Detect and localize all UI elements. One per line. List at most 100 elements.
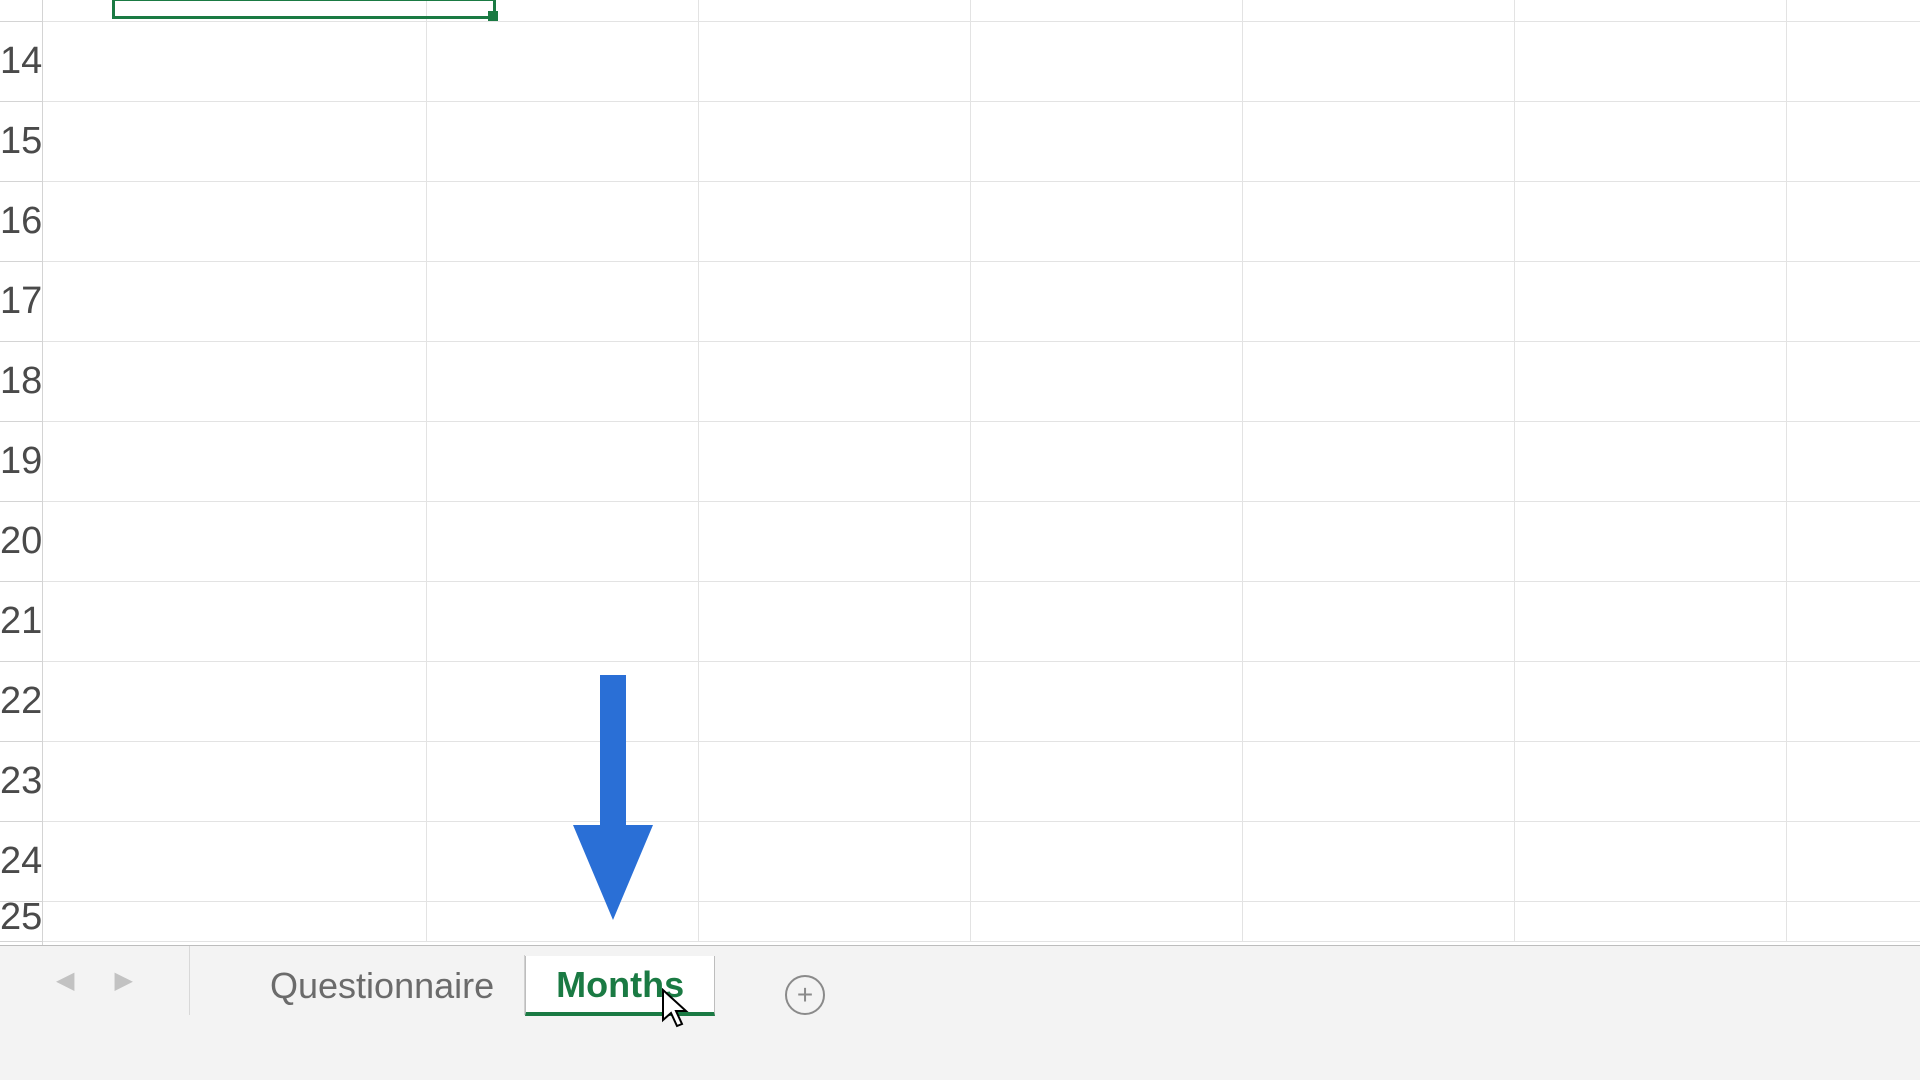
- cell[interactable]: [699, 582, 971, 661]
- cell[interactable]: [971, 742, 1243, 821]
- cell[interactable]: [971, 262, 1243, 341]
- cell[interactable]: [1515, 742, 1787, 821]
- cell[interactable]: [1787, 262, 1920, 341]
- cell[interactable]: [1515, 422, 1787, 501]
- cell[interactable]: [1243, 262, 1515, 341]
- cell[interactable]: [427, 742, 699, 821]
- cell[interactable]: [1243, 102, 1515, 181]
- row-header[interactable]: [0, 0, 42, 22]
- cell[interactable]: [1787, 502, 1920, 581]
- cell[interactable]: [971, 22, 1243, 101]
- cell[interactable]: [699, 182, 971, 261]
- cell[interactable]: [699, 422, 971, 501]
- row-header[interactable]: 15: [0, 102, 42, 182]
- row-header[interactable]: 25: [0, 902, 42, 942]
- cell[interactable]: [1787, 422, 1920, 501]
- cell[interactable]: [43, 102, 427, 181]
- cell[interactable]: [699, 342, 971, 421]
- cell[interactable]: [43, 662, 427, 741]
- cell[interactable]: [1787, 182, 1920, 261]
- cell[interactable]: [699, 102, 971, 181]
- cell[interactable]: [971, 422, 1243, 501]
- cell[interactable]: [1787, 742, 1920, 821]
- cell[interactable]: [43, 182, 427, 261]
- sheet-tab-bar: ◀ ▶ Questionnaire Months +: [0, 945, 1920, 1015]
- cell[interactable]: [1787, 102, 1920, 181]
- cell[interactable]: [43, 822, 427, 901]
- cell[interactable]: [971, 342, 1243, 421]
- cell[interactable]: [427, 342, 699, 421]
- cell[interactable]: [1243, 822, 1515, 901]
- cell[interactable]: [427, 22, 699, 101]
- row-header[interactable]: 23: [0, 742, 42, 822]
- cell[interactable]: [427, 262, 699, 341]
- row-header[interactable]: 22: [0, 662, 42, 742]
- sheet-nav: ◀ ▶: [0, 946, 190, 1015]
- cell[interactable]: [1515, 182, 1787, 261]
- cell[interactable]: [427, 662, 699, 741]
- cell[interactable]: [1787, 662, 1920, 741]
- cell[interactable]: [1787, 22, 1920, 101]
- row-header[interactable]: 17: [0, 262, 42, 342]
- cell[interactable]: [1787, 342, 1920, 421]
- cell[interactable]: [43, 502, 427, 581]
- cell[interactable]: [43, 422, 427, 501]
- sheet-nav-prev-icon[interactable]: ◀: [56, 966, 74, 995]
- cell[interactable]: [1243, 422, 1515, 501]
- sheet-tab-questionnaire[interactable]: Questionnaire: [240, 955, 525, 1015]
- cell[interactable]: [1515, 502, 1787, 581]
- cell[interactable]: [699, 502, 971, 581]
- cell[interactable]: [1515, 22, 1787, 101]
- cell[interactable]: [971, 582, 1243, 661]
- cell[interactable]: [1515, 582, 1787, 661]
- cell[interactable]: [1787, 582, 1920, 661]
- cell[interactable]: [1515, 342, 1787, 421]
- cell[interactable]: [427, 582, 699, 661]
- cell[interactable]: [971, 822, 1243, 901]
- new-sheet-button[interactable]: +: [785, 975, 825, 1015]
- cell-area[interactable]: [43, 0, 1920, 1080]
- cell[interactable]: [1243, 182, 1515, 261]
- cell[interactable]: [1243, 502, 1515, 581]
- cell[interactable]: [1243, 342, 1515, 421]
- cell[interactable]: [971, 102, 1243, 181]
- sheet-nav-next-icon[interactable]: ▶: [115, 966, 133, 995]
- plus-icon: +: [797, 981, 813, 1009]
- cell[interactable]: [1243, 582, 1515, 661]
- cell[interactable]: [43, 582, 427, 661]
- cell[interactable]: [1515, 822, 1787, 901]
- row-header[interactable]: 16: [0, 182, 42, 262]
- sheet-tab-months[interactable]: Months: [525, 956, 715, 1016]
- cell[interactable]: [427, 502, 699, 581]
- cell[interactable]: [699, 822, 971, 901]
- row-header[interactable]: 20: [0, 502, 42, 582]
- cell[interactable]: [971, 502, 1243, 581]
- cell[interactable]: [699, 742, 971, 821]
- cell[interactable]: [1515, 102, 1787, 181]
- row-header[interactable]: 21: [0, 582, 42, 662]
- row-header[interactable]: 24: [0, 822, 42, 902]
- cell[interactable]: [971, 182, 1243, 261]
- row-header[interactable]: 18: [0, 342, 42, 422]
- cell[interactable]: [699, 262, 971, 341]
- cell[interactable]: [699, 22, 971, 101]
- cell[interactable]: [43, 742, 427, 821]
- cell[interactable]: [427, 102, 699, 181]
- cell[interactable]: [1243, 662, 1515, 741]
- cell[interactable]: [1515, 662, 1787, 741]
- row-header[interactable]: 19: [0, 422, 42, 502]
- spreadsheet-grid[interactable]: 14 15 16 17 18 19 20 21 22 23 24 25: [0, 0, 1920, 1080]
- cell[interactable]: [427, 182, 699, 261]
- cell[interactable]: [1243, 742, 1515, 821]
- cell[interactable]: [1243, 22, 1515, 101]
- cell[interactable]: [43, 342, 427, 421]
- cell[interactable]: [1515, 262, 1787, 341]
- cell[interactable]: [971, 662, 1243, 741]
- cell[interactable]: [43, 22, 427, 101]
- cell[interactable]: [427, 422, 699, 501]
- cell[interactable]: [427, 822, 699, 901]
- cell[interactable]: [699, 662, 971, 741]
- cell[interactable]: [1787, 822, 1920, 901]
- row-header[interactable]: 14: [0, 22, 42, 102]
- cell[interactable]: [43, 262, 427, 341]
